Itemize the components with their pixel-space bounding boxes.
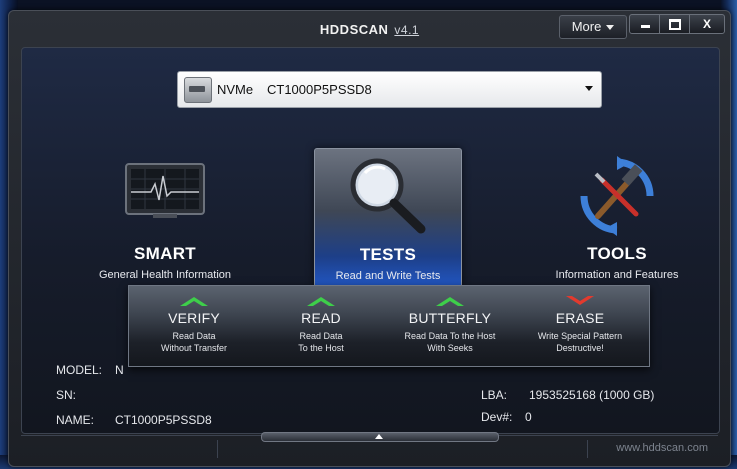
close-button[interactable]: X (689, 14, 725, 34)
butterfly-title: BUTTERFLY (408, 310, 492, 326)
magnifier-icon (350, 158, 426, 234)
title-bar[interactable]: HDDSCAN v4.1 More X (9, 11, 730, 45)
erase-desc-1: Write Special Pattern (537, 331, 623, 341)
verify-test-button[interactable]: VERIFY Read Data Without Transfer (129, 286, 259, 366)
tests-popup-menu: VERIFY Read Data Without Transfer READ R… (128, 285, 650, 367)
dropdown-arrow-icon (585, 86, 593, 91)
status-bar: www.hddscan.com (21, 432, 718, 462)
verify-desc-2: Without Transfer (160, 343, 228, 353)
close-icon: X (702, 17, 711, 31)
read-desc-2: To the Host (298, 343, 344, 353)
expand-panel-handle[interactable] (261, 432, 499, 442)
verify-desc-1: Read Data (172, 331, 216, 341)
model-value: N (115, 363, 124, 377)
lba-value: 1953525168 (1000 GB) (529, 388, 655, 402)
sn-label: SN: (56, 388, 77, 402)
name-value: CT1000P5PSSD8 (115, 413, 212, 427)
tools-icon (580, 156, 654, 236)
website-link[interactable]: www.hddscan.com (616, 442, 708, 454)
tools-label: TOOLS (587, 244, 647, 263)
chevron-down-icon (566, 296, 594, 305)
minimize-button[interactable] (629, 14, 661, 34)
device-type: NVMe (217, 82, 254, 97)
hddscan-window: HDDSCAN v4.1 More X NVMe CT1000P5PSSD8 S… (8, 10, 731, 467)
dev-label: Dev#: (481, 410, 513, 424)
tests-description: Read and Write Tests (335, 270, 441, 282)
tools-description: Information and Features (555, 269, 679, 281)
device-model: CT1000P5PSSD8 (267, 82, 372, 97)
drive-icon (184, 77, 212, 103)
read-title: READ (301, 310, 341, 326)
chevron-up-icon (307, 297, 335, 306)
maximize-button[interactable] (659, 14, 691, 34)
app-name: HDDSCAN (319, 22, 389, 37)
butterfly-desc-2: With Seeks (427, 343, 473, 353)
status-divider (587, 440, 588, 458)
read-test-button[interactable]: READ Read Data To the Host (256, 286, 386, 366)
monitor-heartbeat-icon (125, 163, 205, 218)
tests-label: TESTS (359, 245, 417, 264)
chevron-up-icon (436, 297, 464, 306)
butterfly-desc-1: Read Data To the Host (404, 331, 496, 341)
chevron-down-icon (606, 25, 615, 31)
status-divider (217, 440, 218, 458)
maximize-icon (669, 19, 681, 31)
name-label: NAME: (56, 413, 95, 427)
smart-description: General Health Information (98, 269, 232, 281)
verify-title: VERIFY (168, 310, 220, 326)
minimize-icon (640, 25, 650, 29)
butterfly-test-button[interactable]: BUTTERFLY Read Data To the Host With See… (385, 286, 515, 366)
chevron-up-icon (180, 297, 208, 306)
erase-title: ERASE (555, 310, 605, 326)
tools-tile[interactable]: TOOLS Information and Features (542, 148, 692, 288)
erase-test-button[interactable]: ERASE Write Special Pattern Destructive! (515, 286, 645, 366)
chevron-up-icon (375, 434, 383, 439)
version-link[interactable]: v4.1 (394, 23, 419, 37)
tests-tile[interactable]: TESTS Read and Write Tests (314, 148, 462, 288)
smart-tile[interactable]: SMART General Health Information (90, 148, 240, 288)
lba-label: LBA: (481, 388, 508, 402)
device-select[interactable]: NVMe CT1000P5PSSD8 (177, 71, 602, 108)
more-label: More (571, 19, 602, 34)
main-panel: NVMe CT1000P5PSSD8 SMART General Health … (21, 47, 720, 434)
model-label: MODEL: (56, 363, 103, 377)
smart-label: SMART (134, 244, 196, 263)
dev-value: 0 (525, 410, 532, 424)
read-desc-1: Read Data (299, 331, 343, 341)
erase-desc-2: Destructive! (556, 343, 604, 353)
more-button[interactable]: More (559, 15, 627, 39)
